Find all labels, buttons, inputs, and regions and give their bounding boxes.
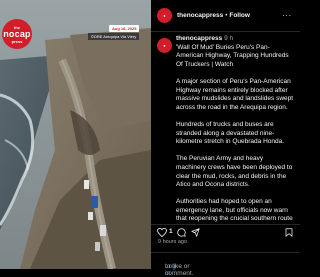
post-time-ago: 9 hours ago (158, 239, 188, 245)
caption-time: 9 h (224, 35, 234, 42)
nocap-press-logo: the nocap press (2, 19, 32, 49)
header-separator: • (225, 12, 228, 19)
caption-paragraph: The Peruvian Army and heavy machinery cr… (176, 155, 293, 189)
bookmark-icon[interactable] (285, 228, 293, 237)
caption-paragraph: Authorities had hoped to open an emergen… (176, 198, 293, 223)
more-options-icon[interactable]: ... (282, 9, 292, 18)
post-image[interactable]: the nocap press Aug 18, 2025 ©DRE Arequi… (0, 0, 151, 269)
caption-headline: 'Wall Of Mud' Buries Peru's Pan-American… (176, 43, 289, 68)
truck-5 (95, 242, 100, 251)
login-prompt: Log in to like or comment. (151, 252, 300, 277)
comment-icon[interactable] (177, 228, 186, 237)
caption: ● thenocappress 9 h 'Wall Of Mud' Buries… (151, 31, 300, 224)
post-detail-panel: ● thenocappress • Follow ... ● thenocapp… (151, 0, 300, 277)
login-prompt-text: to like or comment. (165, 263, 194, 277)
like-count: 1 (169, 228, 173, 235)
photo-credit: ©DRE Arequipa Via Viery (88, 33, 140, 40)
caption-username[interactable]: thenocappress (176, 35, 222, 42)
caption-avatar[interactable]: ● (157, 38, 172, 53)
header-username[interactable]: thenocappress (177, 12, 223, 19)
post-header: ● thenocappress • Follow ... (151, 0, 300, 32)
caption-paragraph: Hundreds of trucks and buses are strande… (176, 120, 285, 146)
date-tag: Aug 18, 2025 (109, 25, 140, 32)
instagram-post-view: the nocap press Aug 18, 2025 ©DRE Arequi… (0, 0, 300, 277)
action-bar: 1 (151, 224, 300, 239)
truck-4 (100, 225, 106, 236)
share-icon[interactable] (191, 228, 200, 237)
follow-button[interactable]: Follow (229, 12, 250, 19)
truck-3 (88, 212, 93, 220)
heart-icon[interactable] (157, 228, 167, 237)
truck-2 (92, 196, 98, 208)
truck-1 (84, 180, 89, 189)
avatar[interactable]: ● (157, 8, 172, 23)
caption-paragraph: A major section of Peru's Pan-American H… (176, 77, 294, 111)
caption-body: thenocappress 9 h 'Wall Of Mud' Buries P… (176, 35, 294, 224)
